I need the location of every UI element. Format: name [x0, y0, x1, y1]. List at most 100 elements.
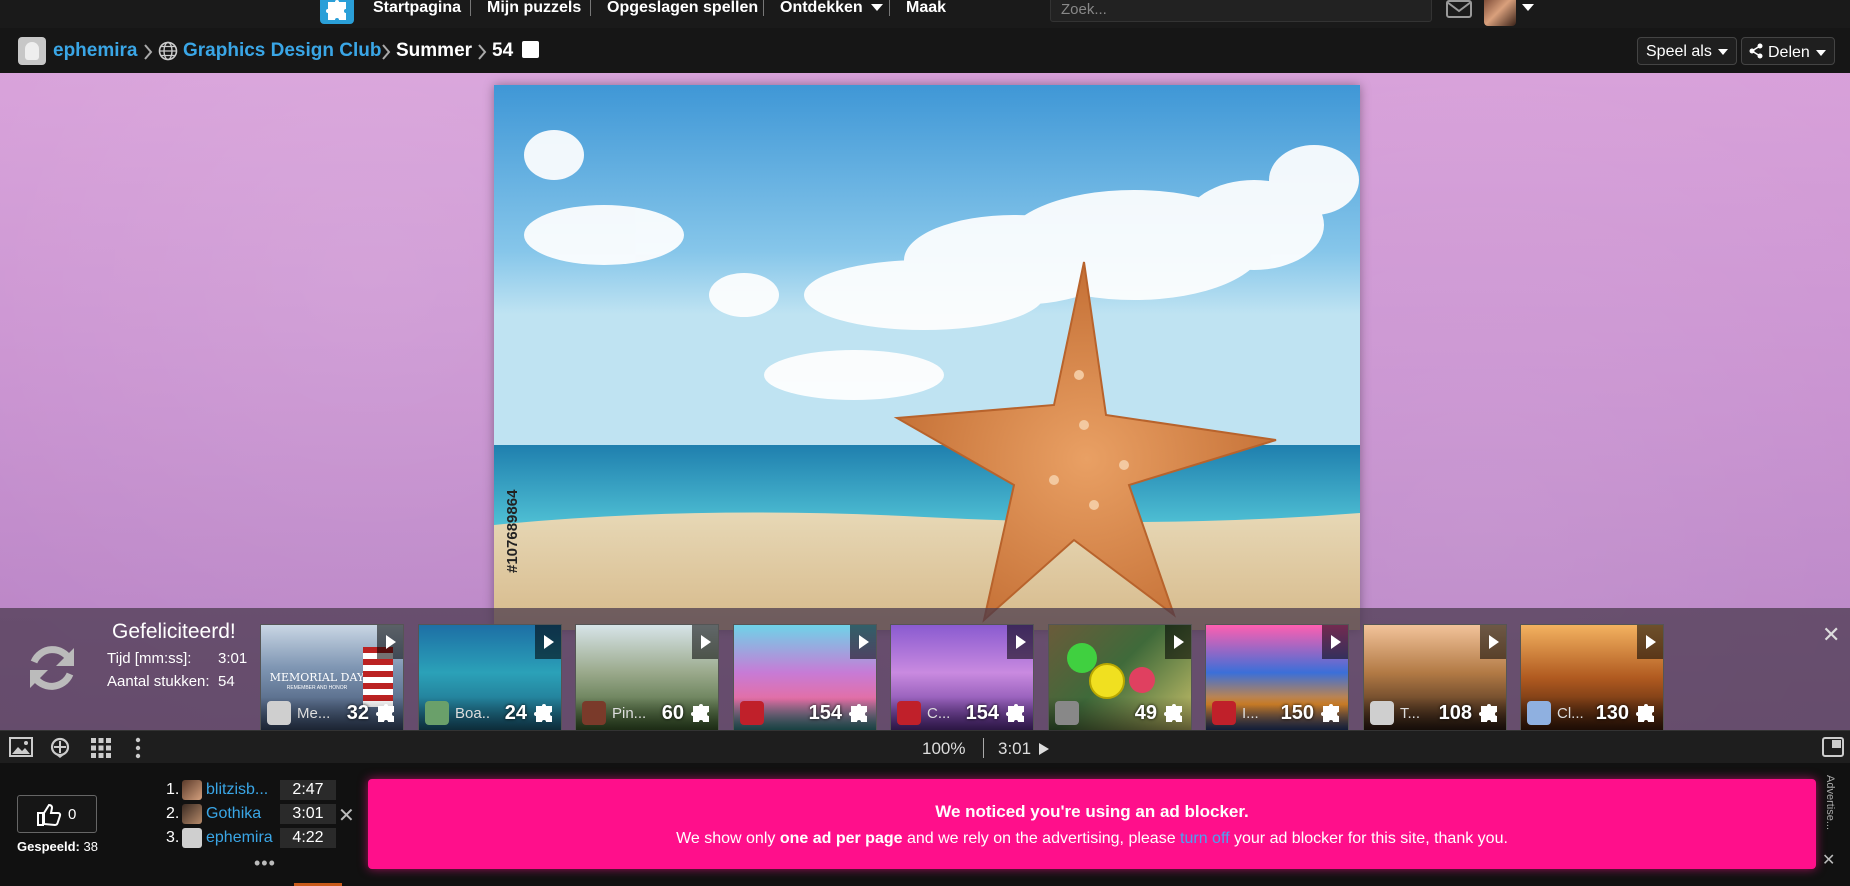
thumb-piece-count: 150 — [1280, 702, 1314, 724]
fullscreen-icon[interactable] — [1822, 737, 1844, 757]
nav-home-link[interactable]: Startpagina — [373, 0, 461, 16]
chevron-down-icon[interactable] — [1522, 4, 1534, 12]
adblock-text: and we rely on the advertising, please — [902, 830, 1181, 847]
play-icon[interactable] — [1039, 743, 1049, 755]
nav-create-link[interactable]: Maak — [906, 0, 946, 16]
leaderboard-row: 3. ephemira 4:22 — [166, 828, 336, 848]
leaderboard-time: 2:47 — [280, 780, 336, 800]
site-logo[interactable] — [320, 0, 354, 24]
avatar — [740, 701, 764, 725]
puzzle-piece-icon — [1479, 704, 1497, 722]
play-icon[interactable] — [850, 625, 876, 659]
breadcrumb-club-link[interactable]: Graphics Design Club — [183, 41, 381, 61]
leaderboard-name-link[interactable]: blitzisb... — [206, 780, 278, 800]
refresh-icon[interactable] — [22, 638, 82, 698]
avatar[interactable] — [182, 804, 202, 824]
play-icon[interactable] — [1637, 625, 1663, 659]
thumb-name: Cl... — [1557, 705, 1584, 722]
piece-shape-icon[interactable] — [522, 41, 539, 58]
avatar[interactable] — [18, 37, 46, 65]
chevron-down-icon — [1815, 49, 1826, 56]
suggested-puzzle-thumb[interactable]: T... 108 — [1363, 624, 1507, 732]
grid-icon[interactable] — [90, 737, 112, 759]
nav-discover-label: Ontdekken — [780, 0, 863, 16]
thumb-name: Pin... — [612, 705, 646, 722]
nav-discover-link[interactable]: Ontdekken — [780, 0, 884, 16]
share-button[interactable]: Delen — [1741, 37, 1835, 65]
nav-divider — [763, 0, 764, 16]
avatar — [897, 701, 921, 725]
adblock-text-bold: one ad per page — [779, 830, 903, 847]
mail-icon[interactable] — [1446, 0, 1472, 18]
nav-divider — [889, 0, 890, 16]
play-icon[interactable] — [1165, 625, 1191, 659]
thumb-piece-count: 49 — [1134, 702, 1157, 724]
leaderboard-rank: 2. — [166, 805, 180, 822]
nav-saved-games-link[interactable]: Opgeslagen spellen — [607, 0, 758, 16]
avatar — [1212, 701, 1236, 725]
suggested-puzzle-thumb[interactable]: Boa... 24 — [418, 624, 562, 732]
leaderboard-name-link[interactable]: Gothika — [206, 804, 278, 824]
play-icon[interactable] — [377, 625, 403, 659]
thumb-piece-count: 24 — [504, 702, 527, 724]
smiley-graphic — [1067, 643, 1097, 673]
thumb-caption: MEMORIAL DAY — [269, 671, 365, 684]
suggested-puzzle-thumb[interactable]: 49 — [1048, 624, 1192, 732]
avatar — [582, 701, 606, 725]
ghost-image-icon[interactable] — [49, 737, 71, 759]
puzzle-piece-icon — [691, 704, 709, 722]
play-icon[interactable] — [692, 625, 718, 659]
zoom-level[interactable]: 100% — [922, 739, 965, 759]
leaderboard-name-link[interactable]: ephemira — [206, 828, 278, 848]
play-icon[interactable] — [1480, 625, 1506, 659]
play-as-button[interactable]: Speel als — [1637, 37, 1737, 65]
chevron-right-icon — [478, 44, 487, 60]
suggested-puzzle-thumb[interactable]: I... 150 — [1205, 624, 1349, 732]
chevron-down-icon — [1717, 48, 1728, 55]
pieces-label: Aantal stukken: — [107, 673, 210, 690]
bottom-panel: 0 Gespeeld: 38 1. blitzisb... 2:47 2. Goth… — [0, 763, 1850, 886]
play-icon[interactable] — [1007, 625, 1033, 659]
play-icon[interactable] — [1322, 625, 1348, 659]
turn-off-link[interactable]: turn off — [1180, 830, 1230, 847]
puzzle-logo-icon — [326, 0, 346, 20]
close-icon[interactable]: ✕ — [1822, 850, 1835, 870]
breadcrumb-user-link[interactable]: ephemira — [53, 41, 137, 61]
image-icon[interactable] — [9, 737, 33, 757]
avatar[interactable] — [182, 780, 202, 800]
thumb-name: T... — [1400, 705, 1421, 722]
suggested-puzzle-thumb[interactable]: MEMORIAL DAY REMEMBER AND HONOR Me... 32 — [260, 624, 404, 732]
suggested-puzzle-thumb[interactable]: 154 — [733, 624, 877, 732]
thumb-piece-count: 60 — [661, 702, 684, 724]
stock-id-label: #107689864 — [504, 489, 521, 573]
play-as-label: Speel als — [1646, 43, 1712, 60]
page-title: Summer — [396, 40, 473, 61]
nav-my-puzzles-link[interactable]: Mijn puzzels — [487, 0, 581, 16]
puzzle-image[interactable] — [494, 85, 1360, 630]
puzzle-piece-icon — [1006, 704, 1024, 722]
more-vertical-icon[interactable] — [134, 737, 142, 759]
suggested-puzzle-thumb[interactable]: Pin... 60 — [575, 624, 719, 732]
advertise-label[interactable]: Advertise... — [1822, 775, 1836, 855]
nav-divider — [470, 0, 471, 16]
thumb-name: Me... — [297, 705, 331, 722]
like-button[interactable]: 0 — [17, 795, 97, 833]
suggested-puzzle-thumb[interactable]: Cl... 130 — [1520, 624, 1664, 732]
avatar[interactable] — [182, 828, 202, 848]
play-icon[interactable] — [535, 625, 561, 659]
adblock-title: We noticed you're using an ad blocker. — [935, 802, 1249, 821]
thumbs-up-icon — [37, 804, 62, 826]
leaderboard-rank: 1. — [166, 781, 180, 798]
suggested-puzzle-thumb[interactable]: C... 154 — [890, 624, 1034, 732]
puzzle-piece-icon — [1636, 704, 1654, 722]
close-icon[interactable]: ✕ — [1822, 622, 1840, 648]
search-input[interactable] — [1050, 0, 1432, 22]
close-icon[interactable]: ✕ — [338, 803, 355, 828]
puzzle-piece-icon — [1164, 704, 1182, 722]
thumb-name: I... — [1242, 705, 1259, 722]
more-button[interactable]: ••• — [254, 853, 276, 874]
time-value: 3:01 — [218, 650, 248, 667]
leaderboard-row: 1. blitzisb... 2:47 — [166, 780, 336, 800]
user-avatar[interactable] — [1484, 0, 1516, 26]
leaderboard-time: 4:22 — [280, 828, 336, 848]
